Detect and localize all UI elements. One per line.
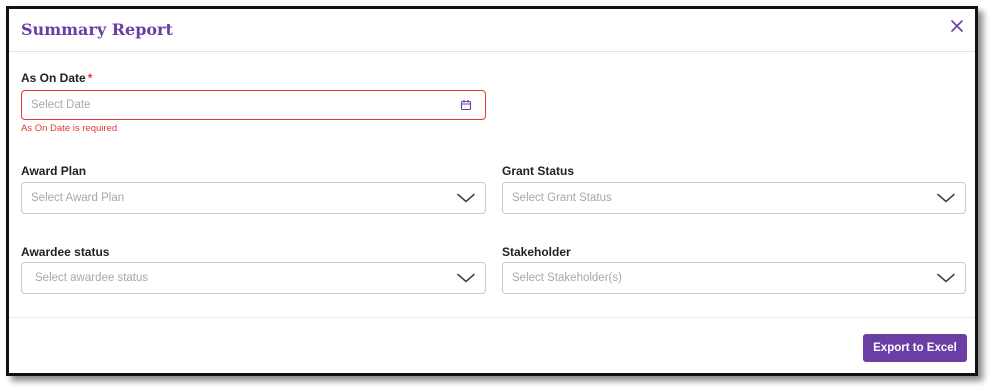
awardee-status-select[interactable]: Select awardee status <box>21 262 486 294</box>
dialog-title: Summary Report <box>21 20 173 39</box>
chevron-down-icon <box>455 187 477 209</box>
grant-status-select[interactable]: Select Grant Status <box>502 182 966 214</box>
chevron-down-icon <box>935 267 957 289</box>
grant-status-placeholder: Select Grant Status <box>512 192 612 204</box>
awardee-status-placeholder: Select awardee status <box>35 272 149 284</box>
award-plan-label: Award Plan <box>21 164 87 178</box>
as-on-date-label: As On Date * <box>21 71 92 85</box>
grant-status-label: Grant Status <box>502 164 575 178</box>
as-on-date-error: As On Date is required <box>21 123 118 134</box>
as-on-date-field[interactable]: Select Date <box>21 90 486 120</box>
close-icon[interactable] <box>947 16 967 36</box>
as-on-date-label-text: As On Date <box>21 71 86 85</box>
dialog-header: Summary Report <box>9 9 975 52</box>
calendar-icon[interactable] <box>455 94 477 116</box>
chevron-down-icon <box>935 187 957 209</box>
stakeholder-select[interactable]: Select Stakeholder(s) <box>502 262 966 294</box>
footer-divider <box>9 317 975 318</box>
stakeholder-label: Stakeholder <box>502 245 571 259</box>
award-plan-select[interactable]: Select Award Plan <box>21 182 486 214</box>
required-asterisk: * <box>87 71 93 85</box>
chevron-down-icon <box>455 267 477 289</box>
awardee-status-label: Awardee status <box>21 245 110 259</box>
export-to-excel-button[interactable]: Export to Excel <box>863 334 967 362</box>
award-plan-placeholder: Select Award Plan <box>31 192 125 204</box>
as-on-date-placeholder: Select Date <box>31 99 91 111</box>
summary-report-dialog: Summary Report As On Date * Select Date A… <box>6 6 978 376</box>
stakeholder-placeholder: Select Stakeholder(s) <box>512 272 622 284</box>
